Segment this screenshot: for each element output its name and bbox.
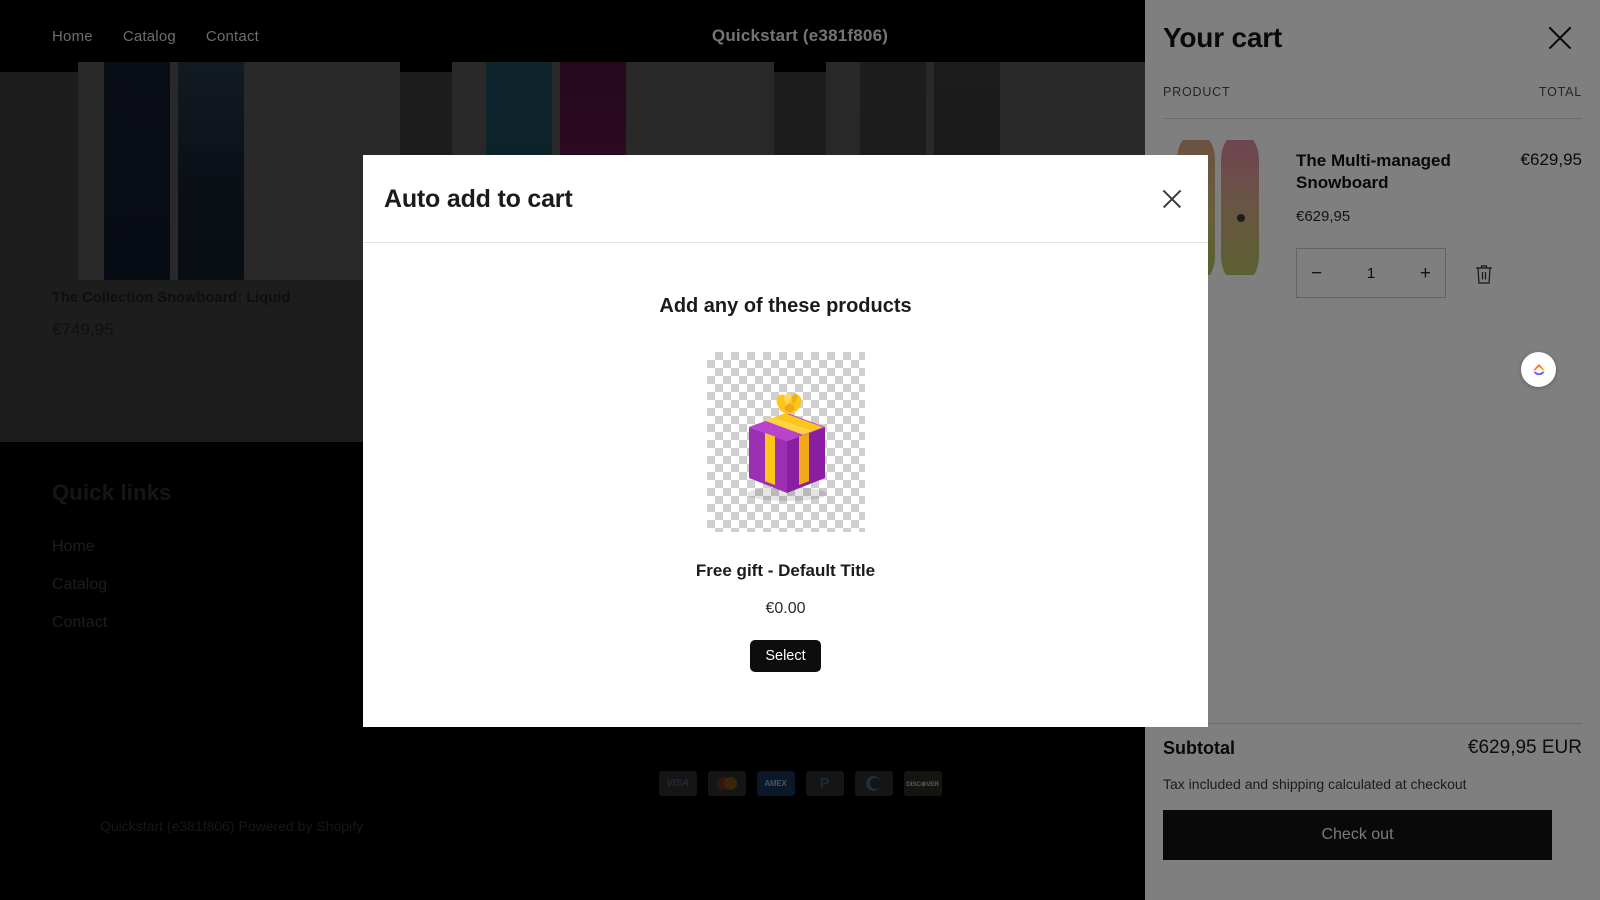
gift-product-price: €0.00 [765,600,806,618]
gift-box-icon [746,392,827,501]
modal-subtitle: Add any of these products [659,295,912,317]
loyalty-app-launcher-icon[interactable] [1521,352,1556,387]
modal-close-button[interactable] [1156,183,1188,215]
gift-product-name: Free gift - Default Title [695,561,876,580]
auto-add-to-cart-modal: Auto add to cart Add any of these produc… [363,155,1208,727]
page-root: Home Catalog Contact Quickstart (e381f80… [0,0,1600,900]
gift-product-card: Free gift - Default Title €0.00 Select [363,352,1208,673]
modal-title: Auto add to cart [384,185,573,213]
select-gift-button[interactable]: Select [750,640,821,673]
chevron-smile-icon [1532,363,1545,375]
close-icon [1161,188,1183,210]
gift-product-image [706,352,865,532]
